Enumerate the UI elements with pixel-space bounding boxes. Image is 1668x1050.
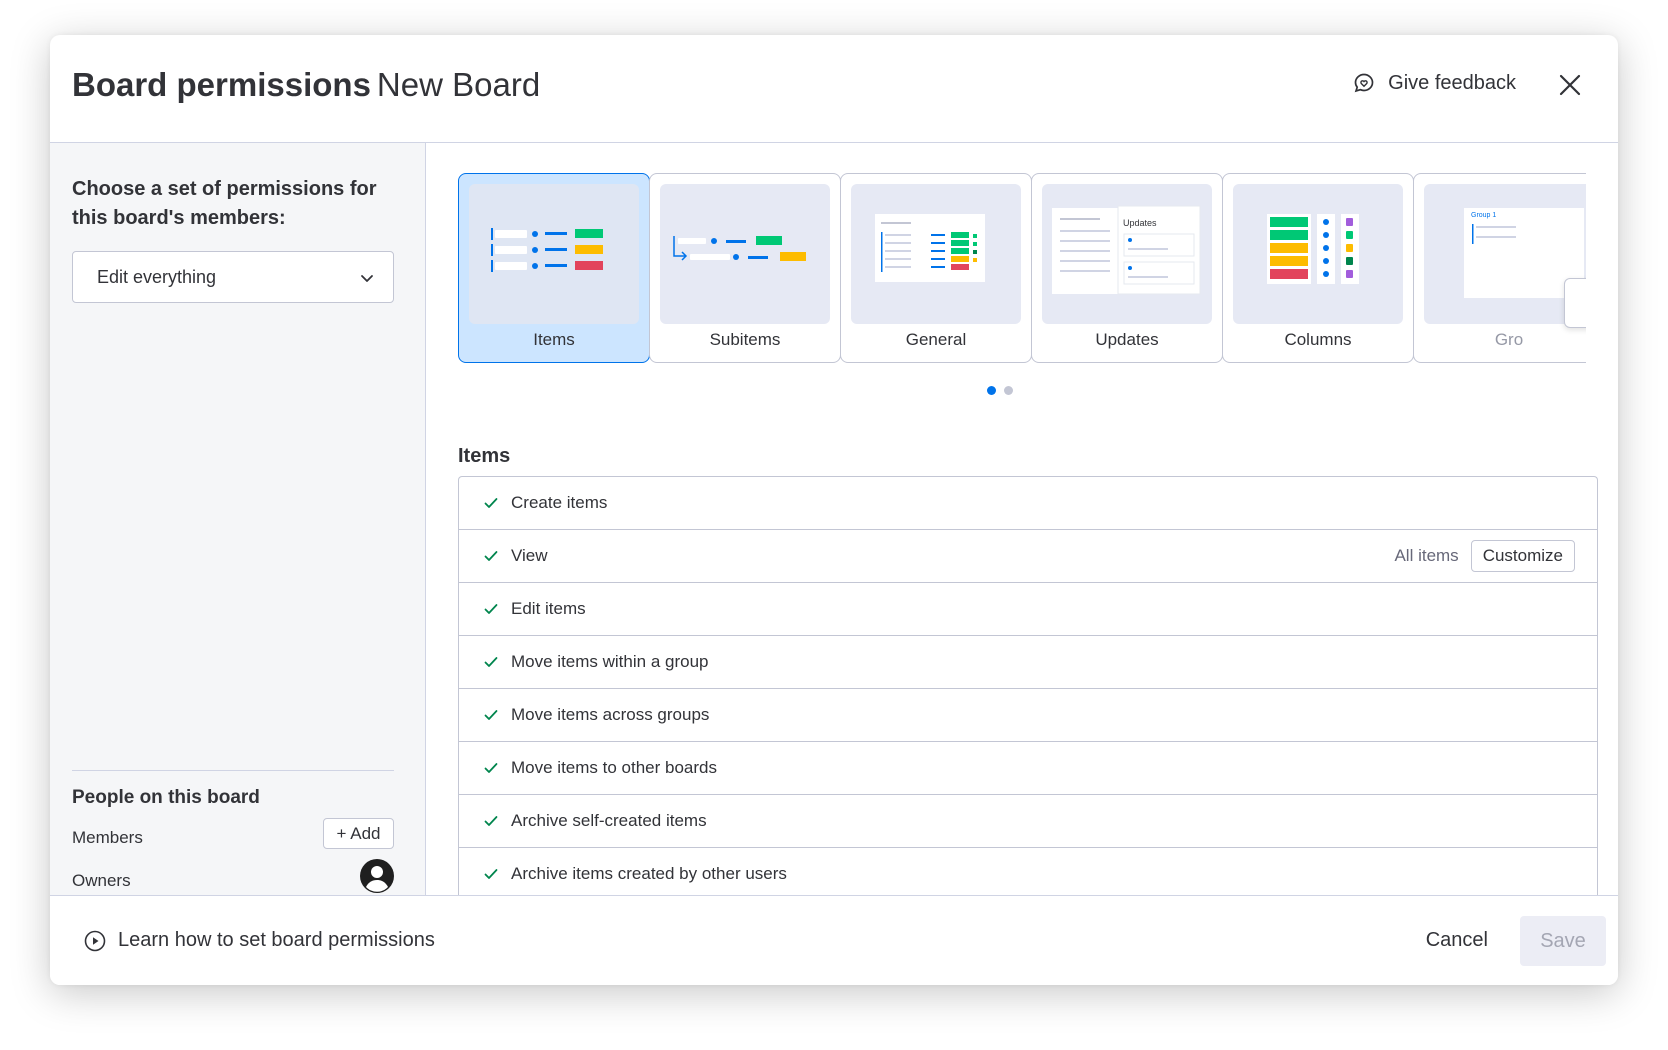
category-label: Subitems (709, 330, 781, 349)
category-label: Columns (1284, 330, 1352, 349)
chat-heart-icon (1354, 73, 1374, 93)
category-card-groups[interactable]: Group 1 Gro (1413, 173, 1586, 363)
permission-row-view: View All items Customize (459, 530, 1597, 583)
title-bold: Board permissions (72, 66, 371, 103)
permission-label: Create items (511, 493, 608, 512)
view-scope-value: All items (1394, 546, 1459, 565)
give-feedback-label: Give feedback (1388, 71, 1516, 94)
category-card-subitems[interactable]: Subitems (649, 173, 841, 363)
permission-label: Edit items (511, 599, 586, 618)
category-label: General (905, 330, 967, 349)
thumbnail-updates-text: Updates (1123, 218, 1157, 228)
general-thumbnail (851, 184, 1021, 324)
permission-label: Archive self-created items (511, 811, 707, 830)
permission-label: View (511, 546, 548, 565)
permission-row-archive-others: Archive items created by other users (459, 848, 1597, 895)
permission-row-move-within-group: Move items within a group (459, 636, 1597, 689)
permission-label: Archive items created by other users (511, 864, 787, 883)
give-feedback-button[interactable]: Give feedback (1352, 71, 1516, 95)
view-scope-controls: All items Customize (1394, 540, 1575, 572)
category-card-general[interactable]: General (840, 173, 1032, 363)
people-on-board-title: People on this board (72, 787, 260, 808)
choose-permissions-label: Choose a set of permissions for this boa… (72, 178, 377, 229)
chevron-right-icon (1581, 295, 1586, 311)
subitems-thumbnail (660, 184, 830, 324)
permission-label: Move items within a group (511, 652, 709, 671)
check-icon (484, 869, 498, 879)
permission-categories-carousel: Items Subitems General Updates Updates C… (458, 173, 1586, 363)
category-card-columns[interactable]: Columns (1222, 173, 1414, 363)
modal-footer: Learn how to set board permissions Cance… (50, 895, 1618, 985)
carousel-next-button[interactable] (1564, 278, 1586, 328)
permission-label: Move items to other boards (511, 758, 717, 777)
permission-list: Create items View All items Customize Ed… (458, 476, 1598, 895)
category-card-updates[interactable]: Updates Updates (1031, 173, 1223, 363)
check-icon (484, 816, 498, 826)
check-icon (484, 763, 498, 773)
category-label: Gro (1494, 330, 1524, 349)
chevron-down-icon (361, 275, 373, 282)
modal-header: Board permissions New Board Give feedback (50, 35, 1618, 143)
customize-button[interactable]: Customize (1470, 540, 1575, 572)
carousel-pagination (987, 386, 1013, 395)
divider (72, 770, 394, 771)
board-name: New Board (376, 66, 541, 103)
cancel-button[interactable]: Cancel (1426, 929, 1488, 952)
add-member-button[interactable]: + Add (323, 818, 394, 849)
check-icon (484, 657, 498, 667)
check-icon (484, 710, 498, 720)
category-label: Updates (1095, 330, 1159, 349)
permission-set-dropdown[interactable]: Edit everything (72, 251, 394, 303)
permission-label: Move items across groups (511, 705, 710, 724)
groups-thumbnail: Group 1 (1424, 184, 1586, 324)
dropdown-value: Edit everything (97, 266, 217, 287)
owner-avatar[interactable] (359, 858, 395, 894)
owners-label: Owners (72, 871, 131, 890)
section-title: Items (458, 445, 511, 467)
check-icon (484, 498, 498, 508)
thumbnail-group-text: Group 1 (1471, 212, 1497, 219)
board-permissions-modal: Board permissions New Board Give feedback… (50, 35, 1618, 985)
columns-thumbnail (1233, 184, 1403, 324)
items-thumbnail (469, 184, 639, 324)
close-icon[interactable] (1556, 71, 1584, 99)
permission-row-edit-items: Edit items (459, 583, 1597, 636)
permission-row-archive-self-created: Archive self-created items (459, 795, 1597, 848)
permissions-content: Items Subitems General Updates Updates C… (427, 143, 1618, 895)
updates-thumbnail: Updates (1042, 184, 1212, 324)
learn-label: Learn how to set board permissions (118, 929, 435, 951)
permission-row-move-to-other-boards: Move items to other boards (459, 742, 1597, 795)
category-card-items[interactable]: Items (458, 173, 650, 363)
check-icon (484, 551, 498, 561)
check-icon (484, 604, 498, 614)
modal-title: Board permissions New Board (72, 65, 540, 105)
play-circle-icon (84, 930, 106, 951)
pagination-dot[interactable] (1004, 386, 1013, 395)
category-label: Items (533, 330, 575, 349)
permission-row-move-across-groups: Move items across groups (459, 689, 1597, 742)
permissions-sidebar: Choose a set of permissions for this boa… (50, 143, 426, 895)
learn-permissions-link[interactable]: Learn how to set board permissions (84, 929, 435, 952)
permission-row-create-items: Create items (459, 477, 1597, 530)
pagination-dot-active[interactable] (987, 386, 996, 395)
save-button[interactable]: Save (1520, 916, 1606, 966)
members-label: Members (72, 828, 143, 847)
